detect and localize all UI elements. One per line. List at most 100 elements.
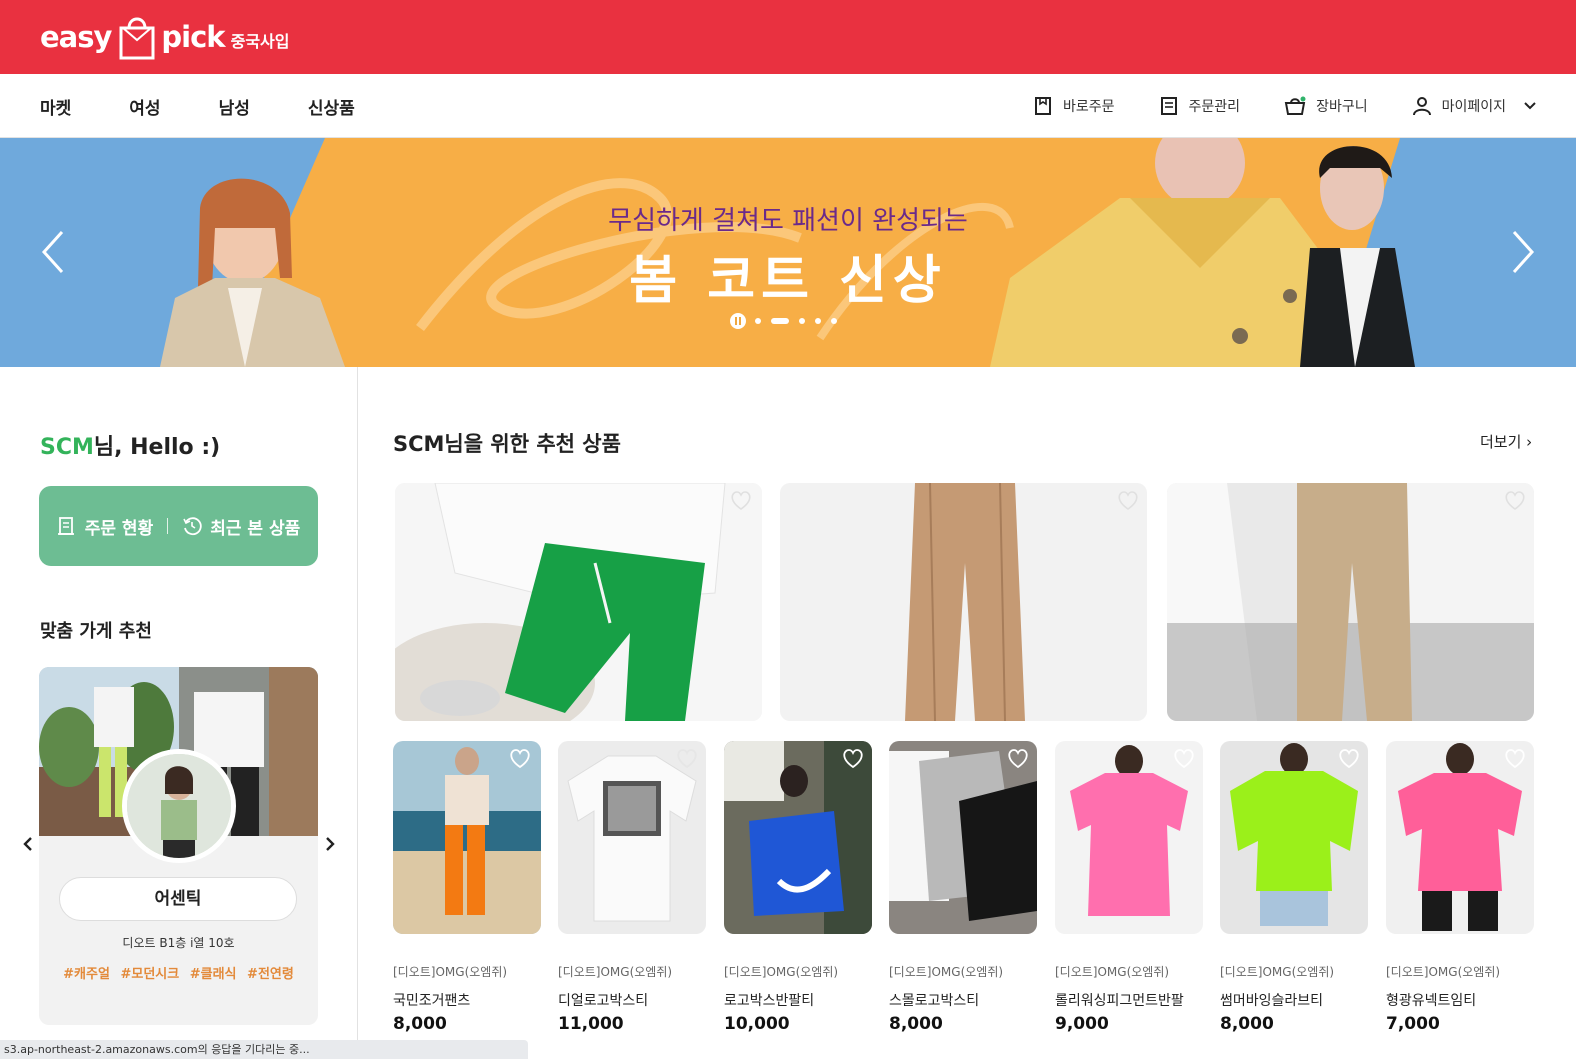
- top-header: easy pick 중국사입: [0, 0, 1576, 74]
- utility-menu: 바로주문 주문관리 장바구니 마이페이지: [989, 74, 1536, 138]
- product-price: 11,000: [558, 1014, 624, 1034]
- shopping-bag-icon: [109, 12, 163, 62]
- quick-order-link[interactable]: 바로주문: [1033, 96, 1115, 116]
- product-store[interactable]: [디오트]OMG(오엠쥐): [1220, 963, 1334, 980]
- featured-product-card[interactable]: [395, 483, 762, 721]
- heart-icon[interactable]: [1117, 491, 1139, 511]
- left-sidebar: SCM님, Hello :) 주문 현황 최근 본 상품 맞춤 가게 추천 어센…: [0, 367, 358, 1059]
- product-name[interactable]: 썸머바잉슬라브티: [1220, 990, 1323, 1010]
- product-card[interactable]: [1386, 741, 1534, 934]
- banner-subtitle: 무심하게 걸쳐도 패션이 완성되는: [608, 206, 968, 236]
- heart-icon[interactable]: [730, 491, 752, 511]
- chevron-down-icon[interactable]: [1524, 102, 1536, 110]
- product-card[interactable]: [1220, 741, 1368, 934]
- recent-viewed-button[interactable]: 최근 본 상품: [210, 514, 300, 539]
- logo-subtitle: 중국사입: [230, 32, 290, 51]
- product-store[interactable]: [디오트]OMG(오엠쥐): [889, 963, 1003, 980]
- heart-icon[interactable]: [676, 749, 698, 769]
- store-tag[interactable]: #클래식: [190, 967, 237, 982]
- store-address: 디오트 B1층 i열 10호: [122, 936, 235, 950]
- product-card[interactable]: [889, 741, 1037, 934]
- banner-dot[interactable]: [831, 318, 837, 324]
- store-tag[interactable]: #캐주얼: [63, 967, 110, 982]
- order-status-button[interactable]: 주문 현황: [85, 514, 153, 539]
- product-card[interactable]: [724, 741, 872, 934]
- product-image: [780, 483, 1147, 721]
- heart-icon[interactable]: [1007, 749, 1029, 769]
- banner-dot-active[interactable]: [771, 318, 789, 324]
- quick-order-icon: [1035, 97, 1051, 115]
- heart-icon[interactable]: [842, 749, 864, 769]
- banner-dot[interactable]: [755, 318, 761, 324]
- product-card[interactable]: [393, 741, 541, 934]
- store-name[interactable]: 어센틱: [59, 877, 297, 921]
- product-name[interactable]: 로고박스반팔티: [724, 990, 814, 1010]
- order-management-link[interactable]: 주문관리: [1159, 96, 1241, 116]
- product-image: [1055, 741, 1203, 934]
- easypick-logo[interactable]: easy pick 중국사입: [40, 10, 289, 64]
- recommend-title: SCM님을 위한 추천 상품: [393, 432, 621, 456]
- quick-order-label: 바로주문: [1063, 99, 1115, 115]
- heart-icon[interactable]: [1173, 749, 1195, 769]
- nav-new-arrivals[interactable]: 신상품: [308, 94, 355, 119]
- product-name[interactable]: 형광유넥트임티: [1386, 990, 1476, 1010]
- heart-icon[interactable]: [1338, 749, 1360, 769]
- store-tag[interactable]: #모던시크: [120, 967, 179, 982]
- heart-icon[interactable]: [1504, 491, 1526, 511]
- product-image: [558, 741, 706, 934]
- product-image: [889, 741, 1037, 934]
- receipt-icon: [57, 517, 74, 535]
- product-store[interactable]: [디오트]OMG(오엠쥐): [393, 963, 507, 980]
- nav-market[interactable]: 마켓: [40, 94, 71, 119]
- banner-dot[interactable]: [799, 318, 805, 324]
- nav-women[interactable]: 여성: [129, 94, 160, 119]
- store-prev-arrow[interactable]: [22, 837, 34, 851]
- product-store[interactable]: [디오트]OMG(오엠쥐): [558, 963, 672, 980]
- product-store[interactable]: [디오트]OMG(오엠쥐): [1386, 963, 1500, 980]
- browser-status-bar: s3.ap-northeast-2.amazonaws.com의 응답을 기다리…: [0, 1040, 528, 1059]
- product-name[interactable]: 국민조거팬츠: [393, 990, 470, 1010]
- product-price: 8,000: [889, 1014, 943, 1034]
- more-link[interactable]: 더보기 ›: [1480, 431, 1532, 452]
- hero-banner[interactable]: 무심하게 걸쳐도 패션이 완성되는 봄 코트 신상: [0, 138, 1576, 367]
- product-name[interactable]: 롤리워싱피그먼트반팔: [1055, 990, 1184, 1010]
- order-management-label: 주문관리: [1188, 99, 1241, 115]
- heart-icon[interactable]: [509, 749, 531, 769]
- cart-icon: [1284, 96, 1306, 115]
- featured-product-card[interactable]: [1167, 483, 1534, 721]
- cart-link[interactable]: 장바구니: [1284, 96, 1368, 116]
- store-recommend-title: 맞춤 가게 추천: [40, 621, 152, 642]
- store-next-arrow[interactable]: [324, 837, 336, 851]
- logo-text-right: pick: [161, 20, 225, 54]
- greeting-user-name: SCM: [40, 435, 94, 460]
- order-list-icon: [1160, 97, 1177, 115]
- product-price: 10,000: [724, 1014, 790, 1034]
- product-image: [393, 741, 541, 934]
- product-name[interactable]: 스몰로고박스티: [889, 990, 979, 1010]
- order-shortcut-box: 주문 현황 최근 본 상품: [39, 486, 318, 566]
- store-tags: #캐주얼 #모던시크 #클래식 #전연령: [39, 963, 318, 982]
- banner-pagination: [730, 313, 842, 329]
- store-tag[interactable]: #전연령: [247, 967, 294, 982]
- banner-dot[interactable]: [815, 318, 821, 324]
- product-price: 7,000: [1386, 1014, 1440, 1034]
- store-avatar: [122, 749, 236, 863]
- product-card[interactable]: [1055, 741, 1203, 934]
- heart-icon[interactable]: [1504, 749, 1526, 769]
- history-icon: [183, 517, 202, 536]
- banner-pause-button[interactable]: [730, 313, 746, 329]
- product-image: [395, 483, 762, 721]
- product-image: [724, 741, 872, 934]
- product-store[interactable]: [디오트]OMG(오엠쥐): [724, 963, 838, 980]
- banner-title: 봄 코트 신상: [629, 251, 947, 311]
- mypage-link[interactable]: 마이페이지: [1412, 96, 1536, 116]
- cart-label: 장바구니: [1316, 99, 1368, 115]
- store-card[interactable]: 어센틱 디오트 B1층 i열 10호 #캐주얼 #모던시크 #클래식 #전연령: [39, 667, 318, 1025]
- product-name[interactable]: 디얼로고박스티: [558, 990, 648, 1010]
- main-nav: 마켓 여성 남성 신상품 바로주문 주문관리 장바구니 마이페이지: [0, 74, 1576, 138]
- product-store[interactable]: [디오트]OMG(오엠쥐): [1055, 963, 1169, 980]
- greeting: SCM님, Hello :): [40, 429, 220, 461]
- featured-product-card[interactable]: [780, 483, 1147, 721]
- product-card[interactable]: [558, 741, 706, 934]
- nav-men[interactable]: 남성: [219, 94, 250, 119]
